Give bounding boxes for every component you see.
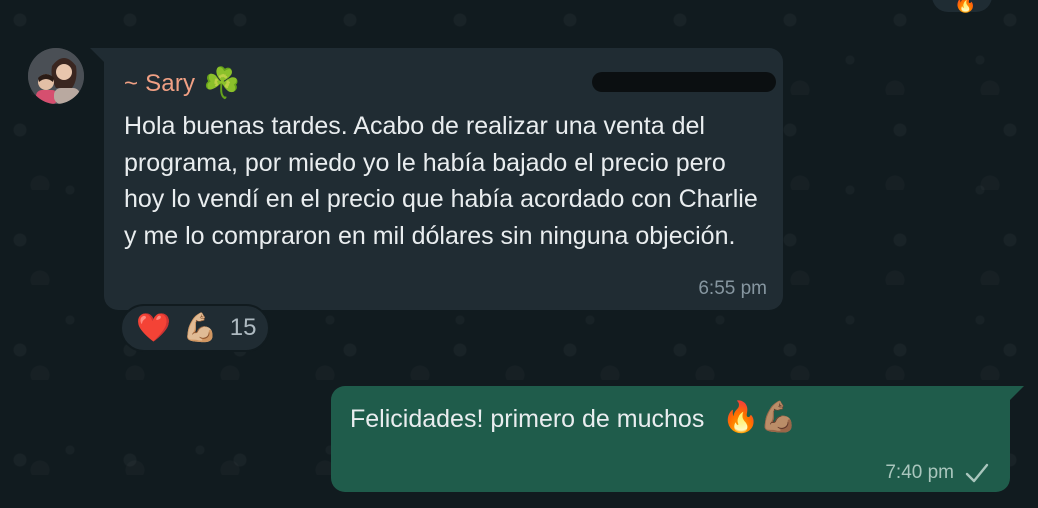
sender-name[interactable]: ~ Sary: [124, 70, 195, 98]
fire-reaction-icon: 🔥: [954, 0, 977, 13]
shamrock-icon: ☘️: [203, 67, 241, 100]
message-meta: 7:40 pm: [885, 462, 990, 484]
check-icon: [965, 463, 989, 483]
reactions-pill[interactable]: ❤️ 💪🏼 15: [120, 304, 270, 352]
reaction-count: 15: [229, 314, 257, 341]
message-timestamp: 6:55 pm: [698, 278, 767, 299]
incoming-message-bubble[interactable]: ~ Sary ☘️ Hola buenas tardes. Acabo de r…: [90, 48, 783, 310]
outgoing-message-bubble[interactable]: Felicidades! primero de muchos 🔥💪🏽 7:40 p…: [331, 386, 1024, 492]
fire-biceps-emoji-icon: 🔥💪🏽: [722, 401, 798, 434]
message-timestamp: 7:40 pm: [885, 462, 954, 483]
previous-message-reaction[interactable]: 🔥: [932, 0, 992, 12]
profile-photo-icon: [28, 48, 84, 104]
sender-row: ~ Sary ☘️: [124, 66, 241, 102]
bubble-tail: [90, 48, 104, 62]
flexed-biceps-reaction-icon: 💪🏼: [182, 312, 218, 343]
redacted-phone-number: [592, 72, 776, 92]
message-text: Hola buenas tardes. Acabo de realizar un…: [124, 112, 758, 250]
heart-reaction-icon: ❤️: [136, 312, 171, 343]
avatar[interactable]: [28, 48, 84, 104]
message-text-row: Felicidades! primero de muchos 🔥💪🏽: [350, 400, 797, 437]
message-text: Felicidades! primero de muchos: [350, 405, 705, 433]
bubble-tail: [1010, 386, 1024, 400]
